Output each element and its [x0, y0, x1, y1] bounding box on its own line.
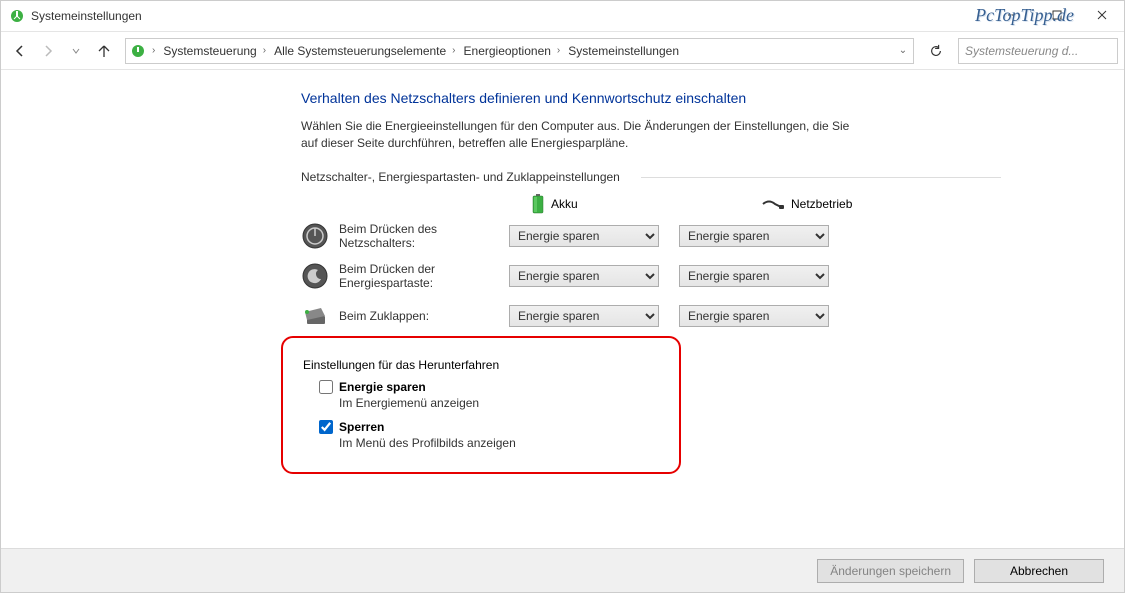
- chevron-down-icon[interactable]: ⌄: [893, 45, 913, 56]
- setting-row-power-button: Beim Drücken des Netzschalters: Energie …: [301, 222, 961, 250]
- cancel-button[interactable]: Abbrechen: [974, 559, 1104, 583]
- content-area: Verhalten des Netzschalters definieren u…: [1, 69, 1124, 592]
- setting-label: Beim Drücken der Energiespartaste:: [339, 262, 509, 290]
- app-icon: [9, 8, 25, 24]
- lock-checkbox[interactable]: [319, 420, 333, 434]
- laptop-icon: [301, 302, 329, 330]
- checkbox-label: Energie sparen: [339, 380, 426, 394]
- shutdown-option-lock: Sperren Im Menü des Profilbilds anzeigen: [319, 420, 659, 450]
- setting-row-sleep-button: Beim Drücken der Energiespartaste: Energ…: [301, 262, 961, 290]
- watermark: PcTopTipp.de: [975, 5, 1074, 26]
- breadcrumb-item-3[interactable]: Systemeinstellungen: [564, 39, 683, 63]
- group-power-buttons-label: Netzschalter-, Energiespartasten- und Zu…: [301, 170, 961, 184]
- titlebar: Systemeinstellungen: [1, 1, 1124, 31]
- breadcrumb-item-2[interactable]: Energieoptionen: [460, 39, 555, 63]
- search-box[interactable]: [958, 38, 1118, 64]
- sleep-button-battery-select[interactable]: Energie sparen: [509, 265, 659, 287]
- setting-label: Beim Zuklappen:: [339, 309, 509, 323]
- breadcrumb-item-1[interactable]: Alle Systemsteuerungselemente: [270, 39, 450, 63]
- chevron-right-icon[interactable]: ›: [150, 39, 159, 63]
- lid-plugged-select[interactable]: Energie sparen: [679, 305, 829, 327]
- column-headers: Akku Netzbetrieb: [531, 194, 961, 214]
- search-input[interactable]: [959, 44, 1125, 58]
- window: Systemeinstellungen PcTopTipp.de › Syste…: [0, 0, 1125, 593]
- chevron-right-icon[interactable]: ›: [450, 39, 459, 63]
- checkbox-label: Sperren: [339, 420, 384, 434]
- back-button[interactable]: [7, 38, 33, 64]
- footer: Änderungen speichern Abbrechen: [1, 548, 1124, 592]
- plug-icon: [761, 197, 785, 211]
- up-button[interactable]: [91, 38, 117, 64]
- breadcrumb-item-0[interactable]: Systemsteuerung: [159, 39, 260, 63]
- column-battery-label: Akku: [551, 197, 578, 211]
- window-title: Systemeinstellungen: [31, 9, 142, 23]
- lid-battery-select[interactable]: Energie sparen: [509, 305, 659, 327]
- checkbox-sublabel: Im Energiemenü anzeigen: [339, 396, 659, 410]
- refresh-button[interactable]: [922, 38, 950, 64]
- battery-icon: [531, 194, 545, 214]
- energy-save-checkbox[interactable]: [319, 380, 333, 394]
- chevron-right-icon[interactable]: ›: [555, 39, 564, 63]
- checkbox-sublabel: Im Menü des Profilbilds anzeigen: [339, 436, 659, 450]
- navbar: › Systemsteuerung › Alle Systemsteuerung…: [1, 31, 1124, 69]
- breadcrumb[interactable]: › Systemsteuerung › Alle Systemsteuerung…: [125, 38, 914, 64]
- setting-row-lid-close: Beim Zuklappen: Energie sparen Energie s…: [301, 302, 961, 330]
- setting-label: Beim Drücken des Netzschalters:: [339, 222, 509, 250]
- save-button[interactable]: Änderungen speichern: [817, 559, 964, 583]
- sleep-button-plugged-select[interactable]: Energie sparen: [679, 265, 829, 287]
- page-title: Verhalten des Netzschalters definieren u…: [301, 90, 961, 106]
- column-battery: Akku: [531, 194, 661, 214]
- forward-button[interactable]: [35, 38, 61, 64]
- recent-dropdown[interactable]: [63, 38, 89, 64]
- shutdown-settings-box: Einstellungen für das Herunterfahren Ene…: [281, 336, 681, 474]
- sleep-button-icon: [301, 262, 329, 290]
- column-plugged-label: Netzbetrieb: [791, 197, 852, 211]
- chevron-right-icon[interactable]: ›: [261, 39, 270, 63]
- page-description: Wählen Sie die Energieeinstellungen für …: [301, 118, 861, 152]
- column-plugged: Netzbetrieb: [761, 194, 891, 214]
- shutdown-option-energy-save: Energie sparen Im Energiemenü anzeigen: [319, 380, 659, 410]
- close-button[interactable]: [1079, 1, 1124, 29]
- power-button-icon: [301, 222, 329, 250]
- group-shutdown-label: Einstellungen für das Herunterfahren: [303, 358, 507, 372]
- power-icon: [130, 43, 146, 59]
- power-button-battery-select[interactable]: Energie sparen: [509, 225, 659, 247]
- power-button-plugged-select[interactable]: Energie sparen: [679, 225, 829, 247]
